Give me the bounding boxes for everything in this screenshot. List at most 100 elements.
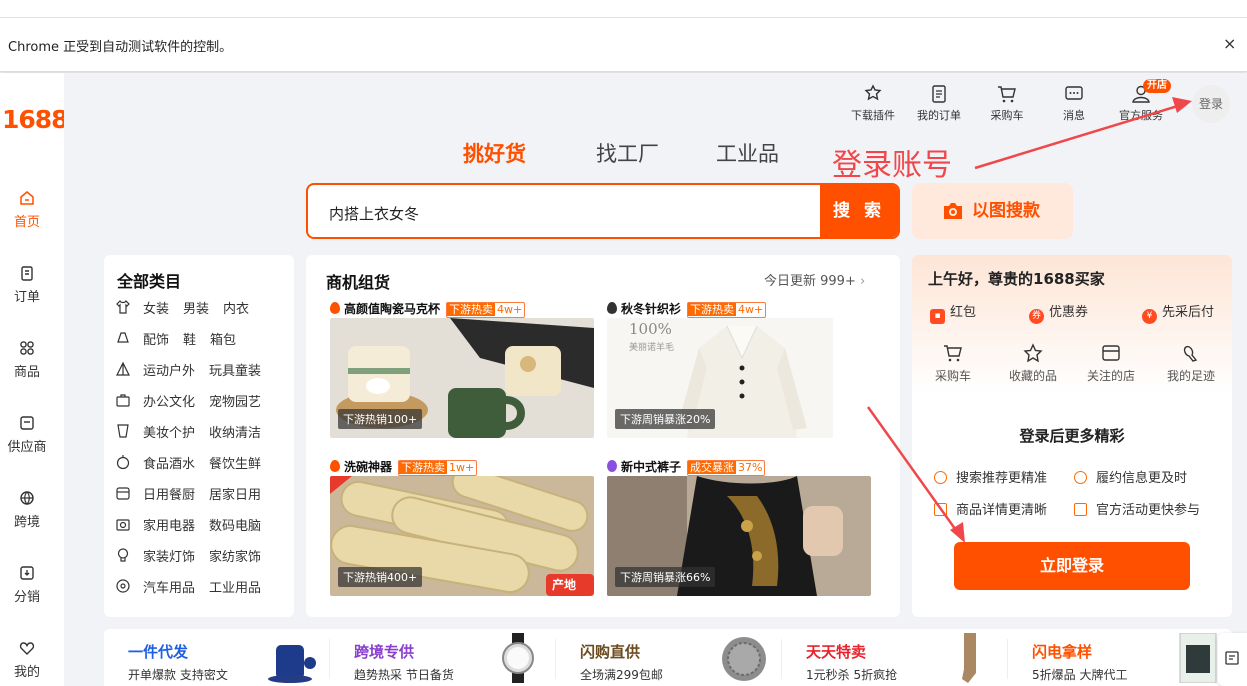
perk-coupon[interactable]: 券优惠券 bbox=[1029, 301, 1088, 324]
search-button[interactable]: 搜 索 bbox=[820, 185, 898, 237]
category-link[interactable]: 美妆个护 bbox=[143, 422, 195, 441]
product-thumbnail bbox=[268, 645, 316, 683]
hot-tag: 下游热卖 1w+ bbox=[398, 460, 478, 476]
category-link[interactable]: 女装 bbox=[143, 298, 169, 317]
quick-followed-shops[interactable]: 关注的店 bbox=[1079, 343, 1143, 384]
photo-subtext: 美丽诺羊毛 bbox=[629, 343, 675, 353]
quick-label: 采购车 bbox=[934, 369, 971, 383]
category-link[interactable]: 家纺家饰 bbox=[209, 546, 261, 565]
promo-dropship[interactable]: 一件代发 开单爆款 支持密文 bbox=[104, 629, 330, 686]
category-link[interactable]: 箱包 bbox=[210, 329, 236, 348]
close-icon[interactable]: × bbox=[1223, 34, 1236, 53]
accessory-icon bbox=[117, 332, 129, 343]
category-link[interactable]: 工业用品 bbox=[209, 577, 261, 596]
quick-cart[interactable]: 采购车 bbox=[921, 343, 985, 384]
login-now-button[interactable]: 立即登录 bbox=[954, 542, 1190, 590]
sales-pill: 下游热销100+ bbox=[338, 409, 423, 429]
footprint-icon bbox=[1183, 345, 1198, 362]
topnav-label: 下载插件 bbox=[851, 109, 895, 122]
deal-card-trousers[interactable]: 新中式裤子 成交暴涨 37% 下游周销暴涨66% bbox=[607, 454, 871, 601]
product-image: 产地 下游热销400+ bbox=[330, 476, 594, 596]
promo-title: 天天特卖 bbox=[806, 643, 867, 661]
sidebar-item-products[interactable]: 商品 bbox=[0, 339, 54, 380]
deal-card-dish-scrubber[interactable]: 洗碗神器 下游热卖 1w+ 产地 下游热销400+ bbox=[330, 454, 594, 601]
photo-corner-text: 产地 bbox=[552, 578, 577, 592]
pay-later-icon: ¥ bbox=[1142, 309, 1157, 324]
promo-title: 跨境专供 bbox=[354, 643, 415, 661]
category-link[interactable]: 内衣 bbox=[223, 298, 249, 317]
category-link[interactable]: 家装灯饰 bbox=[143, 546, 195, 565]
category-link[interactable]: 汽车用品 bbox=[143, 577, 195, 596]
product-box-thumbnail bbox=[1179, 633, 1217, 683]
category-link[interactable]: 配饰 bbox=[143, 329, 169, 348]
tent-icon bbox=[116, 361, 130, 376]
shirt-icon bbox=[116, 299, 130, 314]
sidebar-item-distribution[interactable]: 分销 bbox=[0, 564, 54, 605]
topnav-label: 消息 bbox=[1063, 109, 1085, 122]
image-search-button[interactable]: 以图搜款 bbox=[912, 183, 1073, 239]
sidebar-item-mine[interactable]: 我的 bbox=[0, 639, 54, 680]
my-orders-button[interactable]: 我的订单 bbox=[911, 84, 967, 123]
deals-update-link[interactable]: 今日更新 999+ › bbox=[764, 270, 865, 289]
messages-button[interactable]: 消息 bbox=[1046, 84, 1102, 123]
promo-quick-sample[interactable]: 闪电拿样 5折爆品 大牌代工 bbox=[1008, 629, 1232, 686]
login-avatar-button[interactable]: 登录 bbox=[1192, 85, 1230, 123]
sidebar-item-suppliers[interactable]: 供应商 bbox=[0, 414, 54, 455]
image-search-label: 以图搜款 bbox=[972, 201, 1040, 221]
category-link[interactable]: 数码电脑 bbox=[209, 515, 261, 534]
category-link[interactable]: 运动户外 bbox=[143, 360, 195, 379]
tab-pick-goods[interactable]: 挑好货 bbox=[463, 138, 526, 168]
greeting-area: 上午好，尊贵的1688买家 ▪ 红包 券优惠券 ¥ 先采后付 采购车 收藏的品 关注… bbox=[912, 255, 1232, 395]
tab-find-factory[interactable]: 找工厂 bbox=[596, 138, 659, 168]
category-link[interactable]: 宠物园艺 bbox=[209, 391, 261, 410]
category-link[interactable]: 收纳清洁 bbox=[209, 422, 261, 441]
cup-icon bbox=[117, 424, 129, 438]
home-icon bbox=[20, 191, 34, 205]
promo-crossborder[interactable]: 跨境专供 趋势热采 节日备货 bbox=[330, 629, 556, 686]
sidebar-item-orders[interactable]: 订单 bbox=[0, 264, 54, 305]
deal-card-mugs[interactable]: 高颜值陶瓷马克杯 下游热卖 4w+ 下游热销100+ bbox=[330, 296, 594, 443]
promo-daily-sale[interactable]: 天天特卖 1元秒杀 5折疯抢 bbox=[782, 629, 1008, 686]
promo-strip: 一件代发 开单爆款 支持密文 跨境专供 趋势热采 节日备货 闪购直供 全场满29… bbox=[104, 629, 1232, 686]
quick-footprints[interactable]: 我的足迹 bbox=[1159, 343, 1223, 384]
category-link[interactable]: 居家日用 bbox=[209, 484, 261, 503]
search-box: 内搭上衣女冬 搜 索 bbox=[306, 183, 900, 239]
promo-subtitle: 全场满299包邮 bbox=[580, 668, 663, 682]
quick-favorites[interactable]: 收藏的品 bbox=[1001, 343, 1065, 384]
card-title: 秋冬针织衫 bbox=[621, 302, 682, 316]
promo-subtitle: 5折爆品 大牌代工 bbox=[1032, 668, 1128, 682]
sidebar-item-home[interactable]: 首页 bbox=[0, 189, 54, 230]
deal-card-knitwear[interactable]: 秋冬针织衫 下游热卖 4w+ 100% 美丽诺羊毛 下游周销暴涨20% bbox=[607, 296, 871, 443]
category-link[interactable]: 办公文化 bbox=[143, 391, 195, 410]
category-link[interactable]: 日用餐厨 bbox=[143, 484, 195, 503]
tab-industrial[interactable]: 工业品 bbox=[716, 138, 779, 168]
category-link[interactable]: 餐饮生鲜 bbox=[209, 453, 261, 472]
logo[interactable]: 1688 bbox=[2, 105, 69, 134]
open-store-badge[interactable]: 开店 bbox=[1143, 79, 1171, 93]
tag-label: 下游热卖 bbox=[399, 461, 448, 474]
cart-icon bbox=[998, 86, 1016, 103]
apple-icon bbox=[116, 455, 130, 470]
promo-title: 一件代发 bbox=[128, 643, 189, 661]
quick-label: 收藏的品 bbox=[1008, 369, 1057, 383]
download-plugin-button[interactable]: 下载插件 bbox=[845, 84, 901, 123]
perk-buy-now-pay-later[interactable]: ¥ 先采后付 bbox=[1142, 301, 1214, 324]
sock-thumbnail bbox=[962, 633, 976, 683]
category-link[interactable]: 男装 bbox=[183, 298, 209, 317]
category-link[interactable]: 玩具童装 bbox=[209, 360, 261, 379]
search-input[interactable]: 内搭上衣女冬 bbox=[329, 203, 419, 224]
sidebar: 1688 首页 订单 商品 供应商 跨境 分销 我的 bbox=[0, 73, 69, 686]
category-link[interactable]: 家用电器 bbox=[143, 515, 195, 534]
sidebar-item-label: 分销 bbox=[13, 590, 40, 605]
sidebar-item-label: 商品 bbox=[13, 365, 40, 380]
perk-red-packet[interactable]: ▪ 红包 bbox=[930, 301, 976, 324]
sidebar-item-crossborder[interactable]: 跨境 bbox=[0, 489, 54, 530]
star-icon bbox=[1023, 343, 1043, 363]
card-title: 新中式裤子 bbox=[621, 460, 682, 474]
floating-feedback-button[interactable] bbox=[1218, 633, 1247, 686]
camera-icon bbox=[944, 203, 962, 219]
category-link[interactable]: 食品酒水 bbox=[143, 453, 195, 472]
promo-flash-direct[interactable]: 闪购直供 全场满299包邮 bbox=[556, 629, 782, 686]
purchase-cart-button[interactable]: 采购车 bbox=[979, 84, 1035, 123]
category-link[interactable]: 鞋 bbox=[183, 329, 196, 348]
